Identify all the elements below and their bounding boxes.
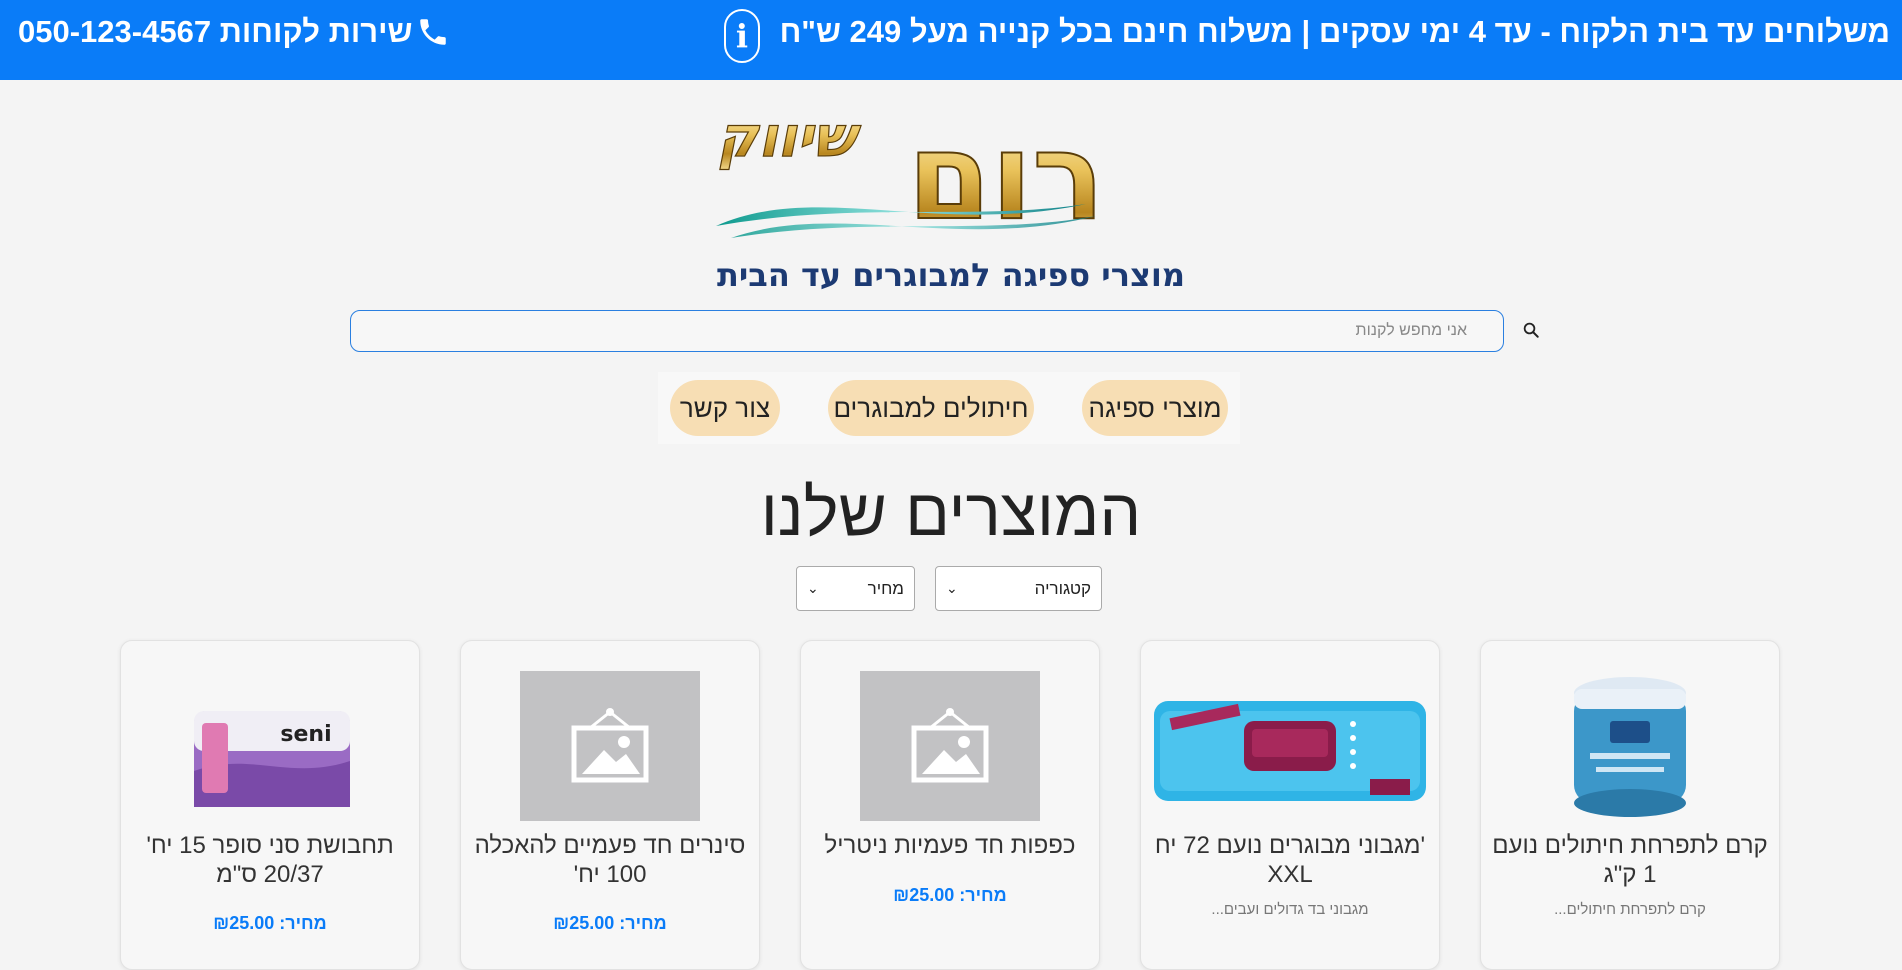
category-select-label: קטגוריה [1034,578,1091,598]
product-name[interactable]: קרם לתפרחת חיתולים נועם 1 ק"ג [1491,831,1769,889]
logo-tagline: מוצרי ספיגה למבוגרים עד הבית [717,256,1185,294]
chevron-down-icon: ⌄ [807,580,819,596]
customer-service-phone[interactable]: שירות לקוחות 050-123-4567 [18,14,450,50]
seni-pads-image: seni [194,711,350,807]
nav-item-absorbent-products[interactable]: מוצרי ספיגה [1082,380,1228,436]
product-description: מגבוני בד גדולים ועבים... [1211,901,1369,918]
product-card[interactable]: קרם לתפרחת חיתולים נועם 1 ק"ג קרם לתפרחת… [1480,640,1780,970]
product-name[interactable]: סינרים חד פעמיים להאכלה 100 יח' [471,831,749,889]
logo-graphic: רום שיווק מוצרי ספיגה למבוגרים עד הבית [716,104,1185,294]
info-icon[interactable]: i [724,9,760,63]
product-name[interactable]: תחבושת סני סופר 15 יח' 20/37 ס"מ [131,831,409,889]
product-name[interactable]: כפפות חד פעמיות ניטריל [811,831,1089,860]
main-nav: מוצרי ספיגה חיתולים למבוגרים צור קשר [658,372,1240,444]
product-description: קרם לתפרחת חיתולים... [1554,901,1706,918]
cream-jar-image [1574,677,1686,817]
price-select[interactable]: מחיר ⌄ [796,566,915,611]
page-title: המוצרים שלנו [760,475,1142,549]
image-placeholder-icon [860,671,1040,821]
search-button[interactable] [1520,320,1542,342]
logo-brand-sub: שיווק [717,105,861,170]
phone-icon [420,19,447,45]
search-input[interactable] [350,310,1504,352]
nav-item-contact[interactable]: צור קשר [670,380,780,436]
chevron-down-icon: ⌄ [946,580,958,596]
image-placeholder-icon [520,671,700,821]
product-price: מחיר: ₪25.00 [213,913,327,933]
nav-item-adult-diapers[interactable]: חיתולים למבוגרים [828,380,1034,436]
phone-label: שירות לקוחות 050-123-4567 [18,14,413,49]
product-card[interactable]: seni תחבושת סני סופר 15 יח' 20/37 ס"מ מח… [120,640,420,970]
product-card[interactable]: 'מגבוני מבוגרים נועם 72 יח XXL מגבוני בד… [1140,640,1440,970]
svg-text:seni: seni [280,722,331,747]
shipping-notice: משלוחים עד בית הלקוח - עד 4 ימי עסקים | … [779,14,1890,49]
category-select[interactable]: קטגוריה ⌄ [935,566,1102,611]
product-name[interactable]: 'מגבוני מבוגרים נועם 72 יח XXL [1151,831,1429,889]
product-price: מחיר: ₪25.00 [553,913,667,933]
search-bar [350,310,1554,352]
site-logo[interactable]: רום שיווק מוצרי ספיגה למבוגרים עד הבית [676,86,1206,296]
price-select-label: מחיר [867,578,904,598]
product-card[interactable]: כפפות חד פעמיות ניטריל מחיר: ₪25.00 [800,640,1100,970]
product-price: מחיר: ₪25.00 [893,885,1007,905]
search-icon [1523,322,1539,338]
product-grid: קרם לתפרחת חיתולים נועם 1 ק"ג קרם לתפרחת… [0,640,1902,970]
wipes-pack-image [1154,701,1426,801]
product-card[interactable]: סינרים חד פעמיים להאכלה 100 יח' מחיר: ₪2… [460,640,760,970]
announcement-bar: משלוחים עד בית הלקוח - עד 4 ימי עסקים | … [0,0,1902,80]
